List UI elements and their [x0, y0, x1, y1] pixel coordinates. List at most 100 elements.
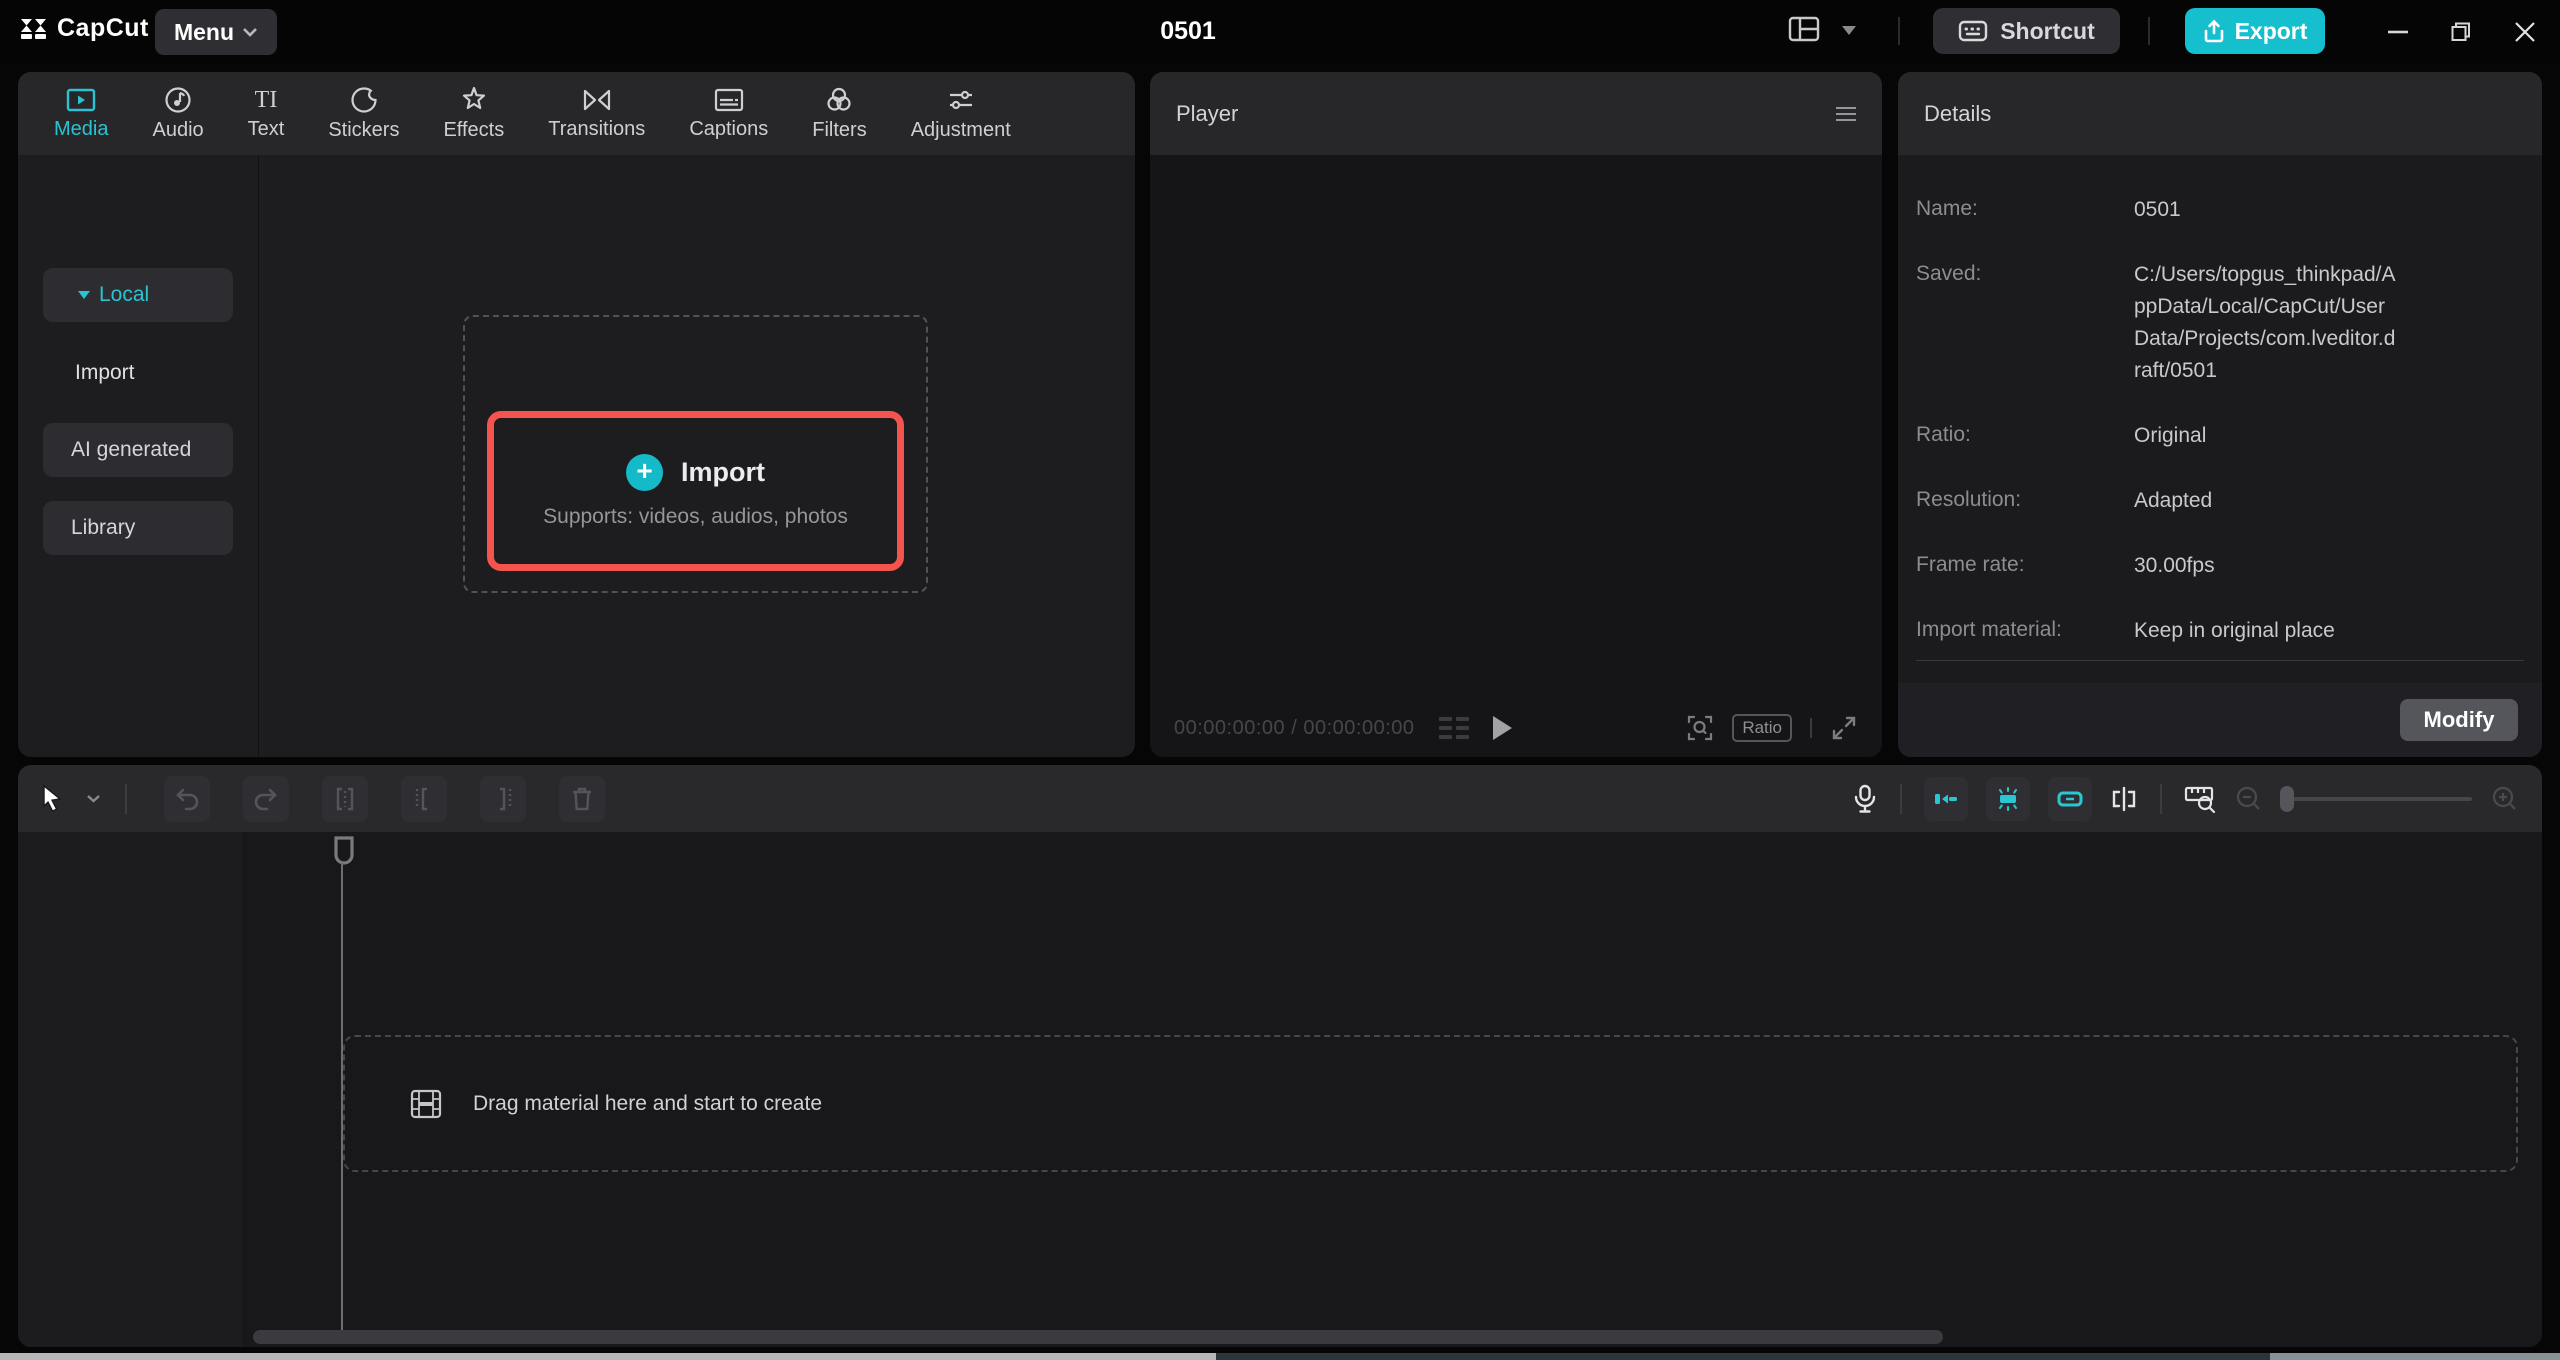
zoom-out-button[interactable]	[2234, 784, 2264, 814]
cursor-tool-chevron-icon[interactable]	[86, 794, 101, 803]
tab-transitions[interactable]: Transitions	[548, 87, 645, 141]
ratio-button[interactable]: Ratio	[1732, 714, 1792, 742]
restore-button[interactable]	[2443, 14, 2479, 50]
details-row-resolution: Resolution: Adapted	[1916, 485, 2518, 517]
import-dropzone[interactable]: + Import Supports: videos, audios, photo…	[463, 315, 928, 593]
import-supports-text: Supports: videos, audios, photos	[543, 504, 848, 528]
redo-button[interactable]	[243, 775, 289, 822]
media-sidebar: Local Import AI generated Library	[18, 155, 259, 757]
total-time: 00:00:00:00	[1303, 716, 1415, 739]
taskbar-segment-gray	[2270, 1353, 2560, 1360]
timeline-horizontal-scrollbar[interactable]	[253, 1330, 1943, 1344]
delete-right-button[interactable]	[480, 775, 526, 822]
tab-media[interactable]: Media	[54, 87, 108, 141]
tab-audio-label: Audio	[152, 118, 204, 141]
taskbar-segment-light	[0, 1353, 1216, 1360]
row-label: Resolution:	[1916, 488, 2022, 511]
row-label: Frame rate:	[1916, 553, 2025, 576]
timeline-body[interactable]: Drag material here and start to create	[18, 832, 2542, 1347]
cursor-tool-icon[interactable]	[40, 784, 66, 814]
modify-button[interactable]: Modify	[2400, 699, 2518, 741]
toolbar-divider	[125, 783, 127, 814]
delete-button[interactable]	[559, 775, 605, 822]
caret-down-icon	[78, 291, 90, 299]
tab-filters-label: Filters	[812, 118, 867, 141]
preview-scale-icon[interactable]	[1686, 714, 1714, 742]
details-row-saved: Saved: C:/Users/topgus_thinkpad/AppData/…	[1916, 259, 2518, 387]
link-materials-toggle[interactable]	[2048, 776, 2092, 821]
media-body: Local Import AI generated Library + Impo…	[18, 155, 1135, 757]
tab-effects[interactable]: Effects	[443, 86, 504, 142]
filters-icon	[825, 86, 853, 114]
tab-stickers-label: Stickers	[328, 118, 400, 141]
time-separator: /	[1291, 716, 1298, 739]
keyboard-icon	[1958, 19, 1988, 43]
details-rows: Name: 0501 Saved: C:/Users/topgus_thinkp…	[1898, 155, 2542, 647]
sidebar-ai-label: AI generated	[71, 438, 192, 461]
tab-text[interactable]: TI Text	[248, 87, 285, 141]
tab-media-label: Media	[54, 117, 109, 140]
layout-caret-icon[interactable]	[1842, 26, 1856, 35]
sidebar-item-ai-generated[interactable]: AI generated	[43, 423, 233, 477]
capcut-logo: CapCut	[20, 14, 149, 43]
taskbar-segment-dark	[1216, 1353, 2270, 1360]
close-button[interactable]	[2507, 14, 2543, 50]
tab-adjustment[interactable]: Adjustment	[911, 86, 1011, 142]
capcut-logo-icon	[20, 18, 47, 40]
play-button[interactable]	[1492, 716, 1512, 740]
auto-snap-toggle[interactable]	[1924, 776, 1968, 821]
split-button[interactable]	[322, 775, 368, 822]
workspace-layout-button[interactable]	[1788, 15, 1820, 43]
captions-icon	[714, 87, 744, 113]
timeline-toolbar-right	[1852, 776, 2520, 821]
player-menu-icon[interactable]	[1836, 103, 1856, 125]
split-preview-icon[interactable]	[2110, 786, 2138, 812]
minimize-button[interactable]	[2380, 14, 2416, 50]
plus-icon: +	[626, 453, 663, 491]
player-right-controls: Ratio	[1686, 714, 1858, 742]
export-button[interactable]: Export	[2185, 8, 2325, 54]
timeline-scale-icon[interactable]	[2184, 784, 2216, 814]
zoom-slider-thumb[interactable]	[2280, 785, 2294, 812]
sidebar-item-local[interactable]: Local	[43, 268, 233, 322]
import-action[interactable]: + Import	[626, 453, 765, 491]
details-row-framerate: Frame rate: 30.00fps	[1916, 550, 2518, 582]
sidebar-local-label: Local	[99, 283, 150, 306]
import-highlight-box[interactable]: + Import Supports: videos, audios, photo…	[487, 411, 904, 571]
timeline-dropzone[interactable]: Drag material here and start to create	[343, 1035, 2518, 1172]
sticker-icon	[350, 86, 378, 114]
menu-button[interactable]: Menu	[155, 9, 277, 55]
timeline-zoom-slider[interactable]	[2280, 785, 2472, 812]
chevron-down-icon	[242, 27, 258, 37]
playhead-handle[interactable]	[333, 836, 355, 866]
tab-adjustment-label: Adjustment	[910, 118, 1011, 141]
preview-axis-toggle[interactable]	[1986, 776, 2030, 821]
export-icon	[2203, 19, 2225, 43]
zoom-in-button[interactable]	[2490, 784, 2520, 814]
tab-audio[interactable]: Audio	[152, 86, 204, 142]
titlebar-divider	[2148, 17, 2150, 45]
media-content: + Import Supports: videos, audios, photo…	[259, 155, 1135, 757]
player-header: Player	[1150, 72, 1882, 155]
shortcut-button[interactable]: Shortcut	[1933, 8, 2120, 54]
sidebar-item-library[interactable]: Library	[43, 501, 233, 555]
tab-filters[interactable]: Filters	[812, 86, 867, 142]
project-title: 0501	[1160, 16, 1216, 45]
sidebar-item-import[interactable]: Import	[75, 361, 135, 385]
delete-left-button[interactable]	[401, 775, 447, 822]
timeline-toolbar-left	[40, 775, 605, 822]
undo-button[interactable]	[164, 775, 210, 822]
details-footer: Modify	[1898, 683, 2542, 757]
frame-grid-icon[interactable]	[1437, 714, 1471, 742]
fullscreen-icon[interactable]	[1830, 714, 1858, 742]
playhead-line[interactable]	[341, 862, 343, 1331]
row-label: Saved:	[1916, 262, 1982, 285]
tab-stickers[interactable]: Stickers	[328, 86, 399, 142]
details-title: Details	[1924, 100, 1992, 126]
film-strip-icon	[409, 1088, 443, 1120]
tab-captions[interactable]: Captions	[689, 87, 768, 141]
player-controls-divider	[1810, 718, 1812, 738]
toolbar-divider	[1900, 783, 1902, 814]
record-voiceover-icon[interactable]	[1852, 784, 1878, 814]
media-icon	[66, 87, 96, 113]
